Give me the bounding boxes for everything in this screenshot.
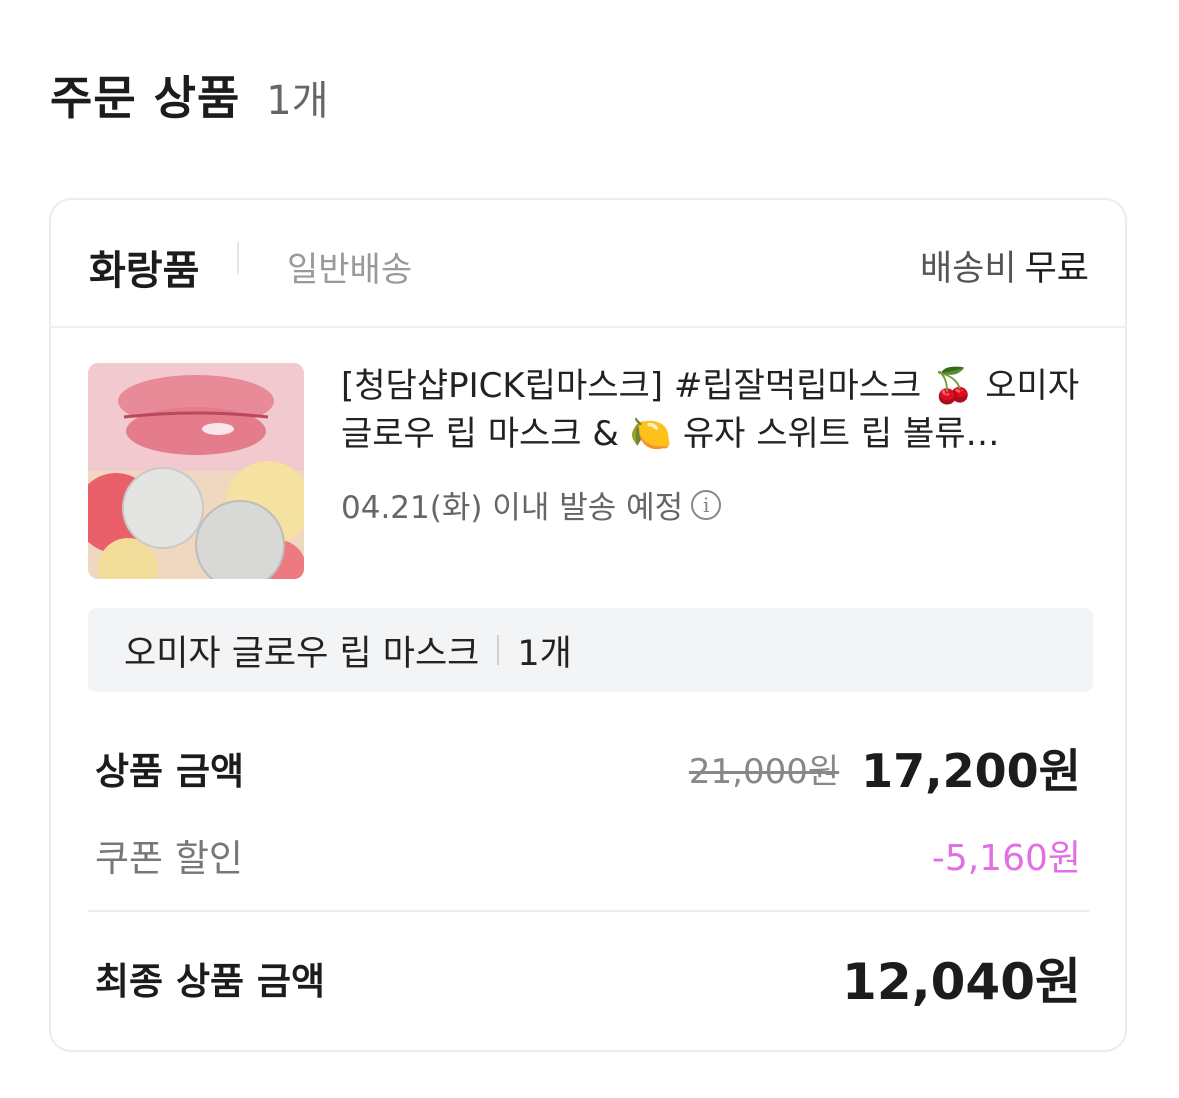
- seller-name[interactable]: 화랑품: [89, 238, 199, 296]
- divider: [88, 910, 1089, 912]
- option-name: 오미자 글로우 립 마스크: [124, 633, 480, 674]
- option-quantity: 1개: [517, 633, 572, 674]
- ship-date: 04.21(화) 이내 발송 예정: [341, 490, 684, 526]
- original-price: 21,000원: [688, 751, 840, 792]
- shipping-fee-label: 배송비: [919, 249, 1017, 289]
- order-card: 화랑품 일반배송 배송비 무료 [청담샵PICK립마스크] #립잘먹립마스크 🍒 …: [49, 198, 1127, 1052]
- product-thumbnail[interactable]: [88, 363, 304, 579]
- coupon-label: 쿠폰 할인: [95, 837, 243, 880]
- section-title: 주문 상품: [50, 71, 241, 125]
- ship-date-row: 04.21(화) 이내 발송 예정 i: [341, 482, 722, 527]
- option-box: 오미자 글로우 립 마스크 1개: [88, 608, 1093, 692]
- product-name[interactable]: [청담샵PICK립마스크] #립잘먹립마스크 🍒 오미자 글로우 립 마스크 &…: [341, 362, 1101, 458]
- divider: [237, 242, 239, 274]
- card-header: 화랑품 일반배송 배송비 무료: [51, 200, 1125, 328]
- final-price: 12,040원: [842, 953, 1081, 1011]
- product-amount-label: 상품 금액: [95, 750, 245, 793]
- shipping-fee: 배송비 무료: [920, 240, 1089, 291]
- price-group: 21,000원 17,200원: [689, 735, 1081, 801]
- shipping-type: 일반배송: [287, 250, 413, 290]
- final-amount-label: 최종 상품 금액: [95, 960, 326, 1003]
- coupon-discount: -5,160원: [931, 838, 1081, 879]
- divider: [497, 635, 500, 665]
- order-products-header: 주문 상품 1개: [50, 62, 329, 128]
- item-count: 1개: [266, 78, 329, 124]
- sale-price: 17,200원: [861, 744, 1081, 798]
- product-amount-row: 상품 금액 21,000원 17,200원: [95, 735, 1081, 801]
- info-icon[interactable]: i: [691, 489, 722, 520]
- final-amount-row: 최종 상품 금액 12,040원: [95, 942, 1081, 1014]
- shipping-fee-value: 무료: [1024, 249, 1089, 289]
- coupon-row: 쿠폰 할인 -5,160원: [95, 828, 1081, 882]
